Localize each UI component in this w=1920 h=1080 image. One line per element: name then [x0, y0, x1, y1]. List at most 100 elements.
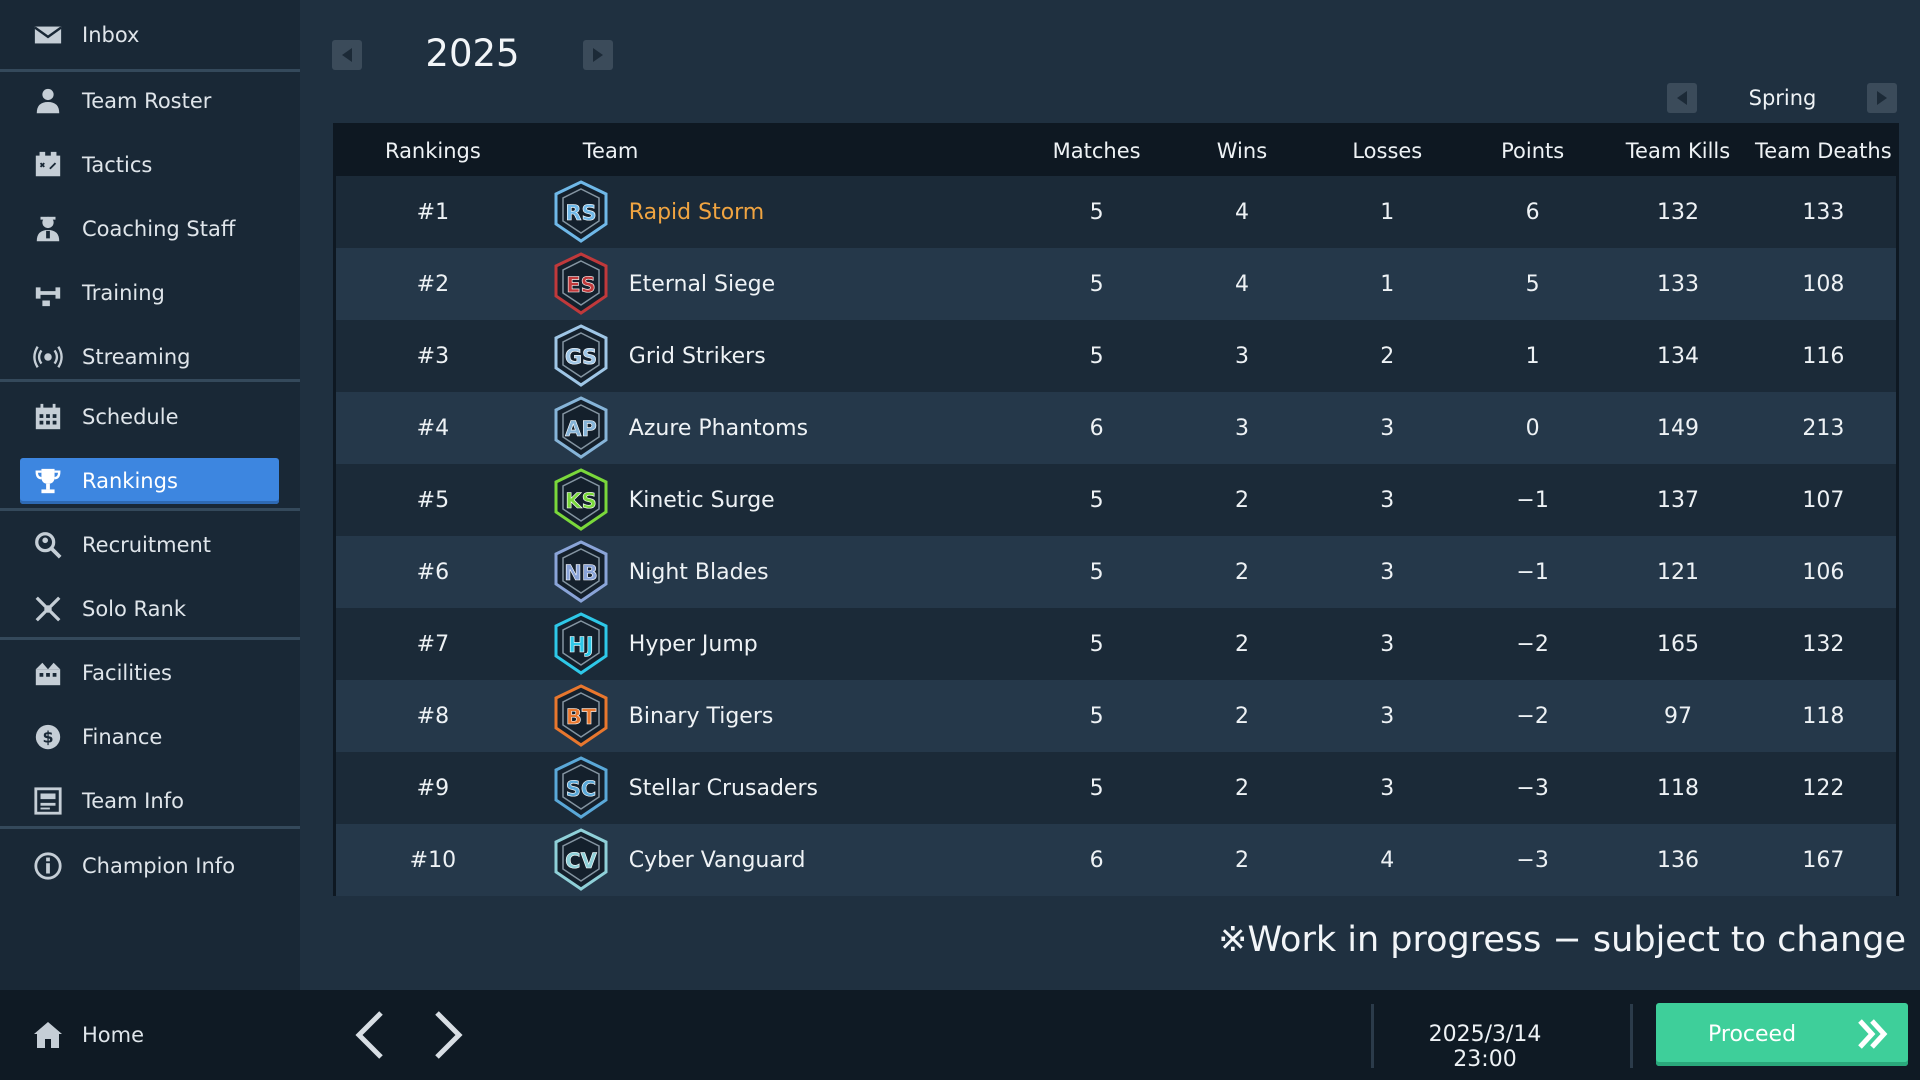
- matches-cell: 5: [1089, 775, 1104, 801]
- losses-cell: 3: [1380, 559, 1395, 585]
- back-button[interactable]: [341, 1006, 399, 1064]
- team-name: Azure Phantoms: [628, 415, 809, 441]
- sidebar-item-team-roster[interactable]: Team Roster: [0, 73, 300, 129]
- wins-cell: 2: [1234, 775, 1249, 801]
- table-row[interactable]: #2 ES Eternal Siege 5 4 1 5 133 108: [336, 248, 1896, 320]
- sidebar-item-solo-rank[interactable]: Solo Rank: [0, 581, 300, 637]
- sidebar-item-recruitment[interactable]: Recruitment: [0, 517, 300, 573]
- info-circle-icon: [32, 850, 64, 882]
- team-name: Hyper Jump: [628, 631, 758, 657]
- kills-cell: 137: [1656, 487, 1699, 513]
- table-row[interactable]: #9 SC Stellar Crusaders 5 2 3 −3 118 122: [336, 752, 1896, 824]
- svg-text:NB: NB: [564, 561, 598, 585]
- sidebar-item-champion-info[interactable]: Champion Info: [0, 838, 300, 894]
- wins-cell: 2: [1234, 847, 1249, 873]
- table-row[interactable]: #6 NB Night Blades 5 2 3 −1 121 106: [336, 536, 1896, 608]
- person-icon: [32, 85, 64, 117]
- sidebar-item-schedule[interactable]: Schedule: [0, 389, 300, 445]
- points-cell: 1: [1525, 343, 1540, 369]
- team-cell: GS Grid Strikers: [530, 323, 1024, 389]
- kills-cell: 149: [1656, 415, 1699, 441]
- team-logo: ES: [548, 251, 614, 317]
- table-row[interactable]: #1 RS Rapid Storm 5 4 1 6 132 133: [336, 176, 1896, 248]
- wip-notice: ※Work in progress − subject to change: [1218, 920, 1906, 960]
- chevron-left-icon: [342, 48, 352, 62]
- coach-icon: [32, 213, 64, 245]
- team-cell: NB Night Blades: [530, 539, 1024, 605]
- team-name: Grid Strikers: [628, 343, 766, 369]
- sidebar-item-coaching-staff[interactable]: Coaching Staff: [0, 201, 300, 257]
- team-name: Eternal Siege: [628, 271, 776, 297]
- kills-cell: 133: [1656, 271, 1699, 297]
- wins-cell: 2: [1234, 703, 1249, 729]
- year-prev-button[interactable]: [332, 40, 362, 70]
- rank-cell: #5: [416, 487, 450, 513]
- kills-cell: 97: [1663, 703, 1692, 729]
- losses-cell: 1: [1380, 199, 1395, 225]
- sidebar-item-label: Finance: [82, 725, 163, 749]
- rank-cell: #10: [409, 847, 457, 873]
- season-next-button[interactable]: [1867, 83, 1897, 113]
- sidebar-item-label: Inbox: [82, 23, 140, 47]
- double-chevron-right-icon: [1858, 1019, 1888, 1049]
- sidebar-item-training[interactable]: Training: [0, 265, 300, 321]
- sidebar-item-facilities[interactable]: Facilities: [0, 645, 300, 701]
- table-row[interactable]: #10 CV Cyber Vanguard 6 2 4 −3 136 167: [336, 824, 1896, 896]
- svg-text:HJ: HJ: [568, 633, 593, 657]
- kills-cell: 134: [1656, 343, 1699, 369]
- sidebar-item-inbox[interactable]: Inbox: [0, 7, 300, 63]
- team-cell: CV Cyber Vanguard: [530, 827, 1024, 893]
- matches-cell: 5: [1089, 631, 1104, 657]
- forward-button[interactable]: [419, 1006, 477, 1064]
- svg-text:KS: KS: [565, 489, 596, 513]
- team-name: Cyber Vanguard: [628, 847, 806, 873]
- sidebar-divider: [0, 637, 300, 640]
- table-row[interactable]: #7 HJ Hyper Jump 5 2 3 −2 165 132: [336, 608, 1896, 680]
- deaths-cell: 108: [1802, 271, 1845, 297]
- sidebar-item-label: Solo Rank: [82, 597, 187, 621]
- facility-icon: [32, 657, 64, 689]
- team-logo: SC: [548, 755, 614, 821]
- sidebar-item-tactics[interactable]: Tactics: [0, 137, 300, 193]
- points-cell: 0: [1525, 415, 1540, 441]
- info-card-icon: [32, 785, 64, 817]
- table-row[interactable]: #4 AP Azure Phantoms 6 3 3 0 149 213: [336, 392, 1896, 464]
- table-row[interactable]: #3 GS Grid Strikers 5 3 2 1 134 116: [336, 320, 1896, 392]
- table-row[interactable]: #5 KS Kinetic Surge 5 2 3 −1 137 107: [336, 464, 1896, 536]
- matches-cell: 5: [1089, 559, 1104, 585]
- sidebar-item-label: Champion Info: [82, 854, 236, 878]
- team-logo: GS: [548, 323, 614, 389]
- matches-cell: 5: [1089, 199, 1104, 225]
- bottom-bar: Home: [0, 990, 1920, 1080]
- wins-cell: 2: [1234, 631, 1249, 657]
- team-name: Kinetic Surge: [628, 487, 775, 513]
- deaths-cell: 118: [1802, 703, 1845, 729]
- team-logo: CV: [548, 827, 614, 893]
- svg-text:GS: GS: [565, 345, 597, 369]
- matches-cell: 6: [1089, 415, 1104, 441]
- rank-cell: #6: [416, 559, 450, 585]
- trophy-icon: [32, 465, 64, 497]
- team-cell: AP Azure Phantoms: [530, 395, 1024, 461]
- svg-text:CV: CV: [565, 849, 597, 873]
- sidebar-item-streaming[interactable]: Streaming: [0, 329, 300, 385]
- deaths-cell: 116: [1802, 343, 1845, 369]
- home-button[interactable]: Home: [32, 1010, 144, 1060]
- current-datetime: 2025/3/14 23:00: [1428, 1022, 1542, 1072]
- svg-text:$: $: [42, 728, 53, 747]
- deaths-cell: 106: [1802, 559, 1845, 585]
- team-logo: AP: [548, 395, 614, 461]
- year-next-button[interactable]: [583, 40, 613, 70]
- proceed-button[interactable]: Proceed: [1656, 1003, 1908, 1066]
- season-prev-button[interactable]: [1667, 83, 1697, 113]
- arrow-left-icon: [355, 1011, 383, 1059]
- svg-text:AP: AP: [565, 417, 597, 441]
- wins-cell: 4: [1234, 199, 1249, 225]
- rankings-table: Rankings Team Matches Wins Losses Points…: [333, 123, 1899, 896]
- sidebar-item-finance[interactable]: $ Finance: [0, 709, 300, 765]
- sidebar-item-team-info[interactable]: Team Info: [0, 773, 300, 829]
- table-row[interactable]: #8 BT Binary Tigers 5 2 3 −2 97 118: [336, 680, 1896, 752]
- sidebar-item-rankings[interactable]: Rankings: [0, 453, 300, 509]
- points-cell: −1: [1516, 559, 1549, 585]
- proceed-label: Proceed: [1708, 1022, 1797, 1047]
